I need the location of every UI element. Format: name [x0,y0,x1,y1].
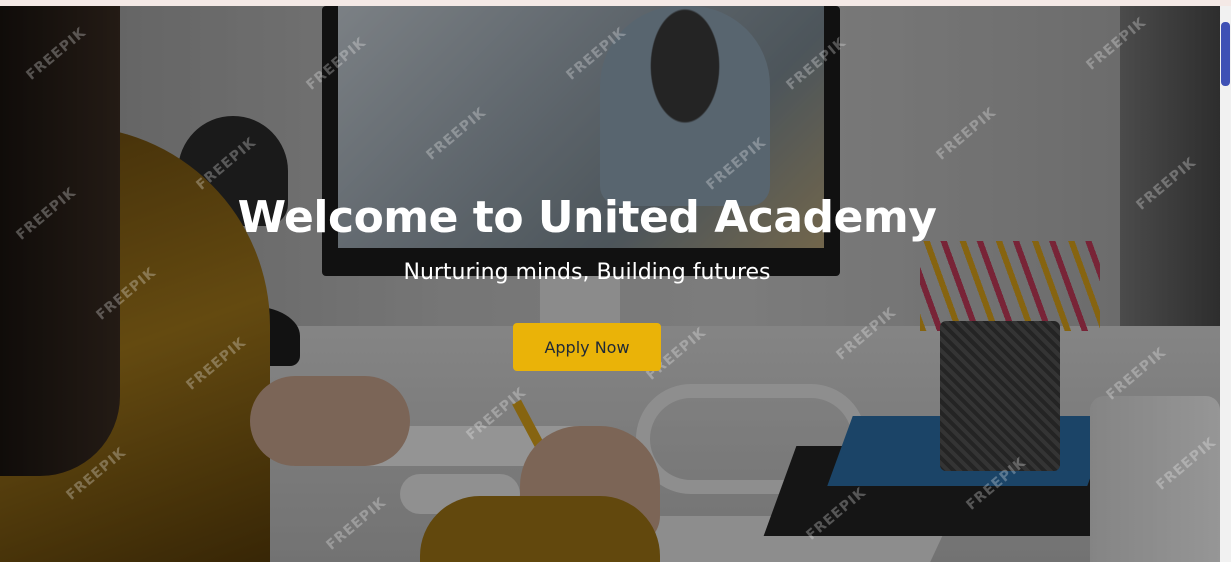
page-scrollbar-thumb[interactable] [1221,22,1230,86]
hero-background-image: FREEPIK FREEPIK FREEPIK FREEPIK FREEPIK … [0,6,1220,562]
hero-section: FREEPIK FREEPIK FREEPIK FREEPIK FREEPIK … [0,6,1220,562]
hero-dark-overlay [0,6,1220,562]
browser-viewport: FREEPIK FREEPIK FREEPIK FREEPIK FREEPIK … [0,0,1231,565]
apply-now-button[interactable]: Apply Now [513,323,661,371]
page-scrollbar-track[interactable] [1220,6,1231,562]
